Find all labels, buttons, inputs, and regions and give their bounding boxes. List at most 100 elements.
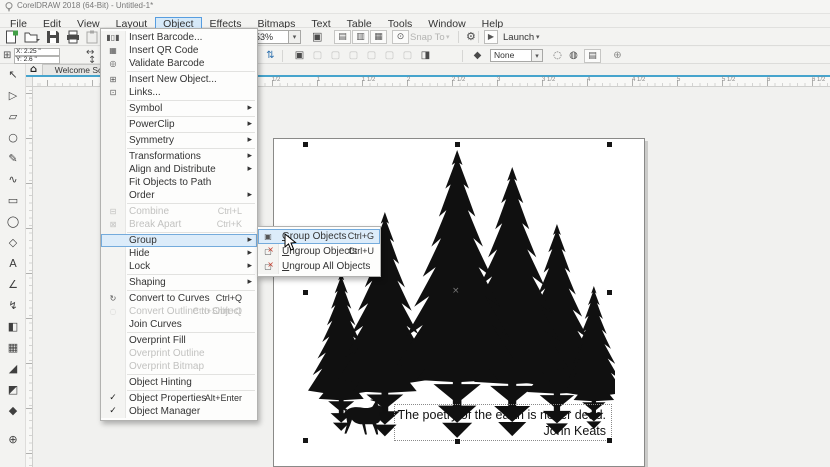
menu-item-overprint-outline[interactable]: Overprint Outline (101, 347, 257, 360)
selection-center-marker[interactable]: × (452, 286, 460, 296)
menu-item-ungroup-objects[interactable]: ▢ Ungroup Objects Ctrl+U (258, 244, 380, 259)
crop-tool[interactable]: ▱ (0, 106, 26, 127)
front-minus-back-button[interactable]: ▢ (382, 49, 397, 62)
selection-handle-bottom-center[interactable] (455, 439, 460, 444)
open-document-button[interactable] (24, 30, 42, 44)
interactive-fill-tool[interactable]: ◧ (0, 316, 26, 337)
show-grid-button[interactable]: ▥ (352, 30, 369, 44)
menu-item-shaping[interactable]: Shaping (101, 276, 257, 289)
snap-button[interactable]: ⊙ (392, 30, 409, 44)
menu-item-object-properties[interactable]: ✓ Object Properties Alt+Enter (101, 392, 257, 405)
selection-handle-middle-left[interactable] (303, 290, 308, 295)
mesh-fill-tool[interactable]: ▦ (0, 337, 26, 358)
menu-item-icon: ◎ (104, 57, 122, 70)
new-document-button[interactable] (5, 30, 19, 44)
menu-item-icon: ▢ (260, 259, 276, 274)
menu-item-convert-to-curves[interactable]: ↻ Convert to Curves Ctrl+Q (101, 292, 257, 305)
add-property-button[interactable]: ⊕ (610, 49, 625, 62)
back-minus-front-button[interactable]: ▢ (400, 49, 415, 62)
show-rulers-button[interactable]: ▤ (334, 30, 351, 44)
menu-item-validate-barcode[interactable]: ◎ Validate Barcode (101, 57, 257, 70)
polygon-tool[interactable]: ◇ (0, 232, 26, 253)
quote-text-object[interactable]: The poetry of the earth is never dead. J… (394, 404, 612, 441)
menu-item-group-objects[interactable]: ▣ Group Objects Ctrl+G (258, 229, 380, 244)
selection-handle-top-right[interactable] (607, 142, 612, 147)
wrap-text-button[interactable]: ▤ (584, 49, 601, 63)
menu-item-symmetry[interactable]: Symmetry (101, 134, 257, 147)
fullscreen-preview-button[interactable]: ▣ (312, 30, 322, 43)
ellipse-tool[interactable]: ◯ (0, 211, 26, 232)
menu-item-icon: ⊞ (104, 73, 122, 86)
intersect-button[interactable]: ▢ (346, 49, 361, 62)
menu-item-ungroup-all-objects[interactable]: ▢ Ungroup All Objects (258, 259, 380, 274)
trim-button[interactable]: ▢ (328, 49, 343, 62)
copy-outline-button[interactable]: ◍ (566, 49, 581, 62)
pick-tool[interactable]: ↖ (0, 64, 26, 85)
selection-handle-top-center[interactable] (455, 142, 460, 147)
menu-item-join-curves[interactable]: Join Curves (101, 318, 257, 331)
eyedropper-tool[interactable]: ◢ (0, 358, 26, 379)
save-button[interactable] (46, 30, 60, 44)
snap-to-dropdown[interactable]: Snap To (410, 32, 445, 43)
menu-item-insert-barcode[interactable]: ▮▯▮ Insert Barcode... (101, 31, 257, 44)
smart-fill-tool[interactable]: ◩ (0, 379, 26, 400)
menu-item-convert-outline-to-object[interactable]: ◌ Convert Outline to Object Ctrl+Shift+Q (101, 305, 257, 318)
menu-item-transformations[interactable]: Transformations (101, 150, 257, 163)
rectangle-tool[interactable]: ▭ (0, 190, 26, 211)
zoom-dropdown-caret[interactable]: ▾ (289, 30, 301, 44)
object-x-field[interactable]: X: 2.25 " (14, 48, 60, 56)
window-title: CorelDRAW 2018 (64-Bit) - Untitled-1* (17, 1, 153, 10)
artistic-media-tool[interactable]: ∿ (0, 169, 26, 190)
snap-to-caret[interactable]: ▾ (446, 33, 450, 41)
add-tools-button[interactable]: ⊕ (0, 429, 26, 450)
launch-icon[interactable]: ▶ (484, 30, 498, 44)
menu-item-powerclip[interactable]: PowerClip (101, 118, 257, 131)
selection-handle-bottom-left[interactable] (303, 438, 308, 443)
menu-item-overprint-bitmap[interactable]: Overprint Bitmap (101, 360, 257, 373)
weld-button[interactable]: ▢ (310, 49, 325, 62)
dimension-tool[interactable]: ∠ (0, 274, 26, 295)
outline-width-select[interactable]: None (490, 49, 532, 62)
menu-item-insert-new-object[interactable]: ⊞ Insert New Object... (101, 73, 257, 86)
launch-caret[interactable]: ▾ (536, 33, 540, 41)
outline-width-caret[interactable]: ▾ (532, 49, 543, 62)
selection-handle-top-left[interactable] (303, 142, 308, 147)
launch-button[interactable]: Launch (503, 32, 534, 43)
menu-item-lock[interactable]: Lock (101, 260, 257, 273)
simplify-button[interactable]: ▢ (364, 49, 379, 62)
menu-item-links[interactable]: ⊡ Links... (101, 86, 257, 99)
zoom-tool[interactable]: ○ (0, 127, 26, 148)
menu-item-group[interactable]: Group (101, 234, 257, 247)
menu-item-combine[interactable]: ⊟ Combine Ctrl+L (101, 205, 257, 218)
shape-tool[interactable]: ▷ (0, 85, 26, 106)
paste-button[interactable] (86, 30, 98, 44)
remove-outline-button[interactable]: ◌ (550, 49, 565, 62)
outline-pen-tool[interactable]: ◆ (0, 400, 26, 421)
coreldraw-window: { "window": { "title": "CorelDRAW 2018 (… (0, 0, 830, 467)
print-button[interactable] (66, 30, 80, 44)
artwork-deer[interactable] (337, 398, 395, 443)
menu-item-hide[interactable]: Hide (101, 247, 257, 260)
selection-handle-middle-right[interactable] (607, 290, 612, 295)
group-objects-button[interactable]: ▣ (292, 49, 307, 62)
home-tab-icon[interactable]: ⌂ (30, 64, 37, 75)
text-tool[interactable]: A (0, 253, 26, 274)
menu-item-overprint-fill[interactable]: Overprint Fill (101, 334, 257, 347)
menu-item-align-and-distribute[interactable]: Align and Distribute (101, 163, 257, 176)
show-guidelines-button[interactable]: ▦ (370, 30, 387, 44)
freehand-tool[interactable]: ✎ (0, 148, 26, 169)
menu-item-insert-qr-code[interactable]: ▦ Insert QR Code (101, 44, 257, 57)
menu-item-fit-objects-to-path[interactable]: Fit Objects to Path (101, 176, 257, 189)
menu-item-object-manager[interactable]: ✓ Object Manager (101, 405, 257, 418)
object-y-field[interactable]: Y: 2.6 " (14, 56, 60, 64)
menu-item-symbol[interactable]: Symbol (101, 102, 257, 115)
mirror-vertical-button[interactable]: ⇅ (263, 49, 278, 62)
menu-item-object-hinting[interactable]: Object Hinting (101, 376, 257, 389)
menu-item-order[interactable]: Order (101, 189, 257, 202)
connector-tool[interactable]: ↯ (0, 295, 26, 316)
menu-item-icon: ✓ (104, 405, 122, 418)
create-boundary-button[interactable]: ◨ (418, 49, 433, 62)
menu-item-break-apart[interactable]: ⊠ Break Apart Ctrl+K (101, 218, 257, 231)
options-gear-icon[interactable]: ⚙ (466, 30, 476, 43)
selection-handle-bottom-right[interactable] (607, 438, 612, 443)
